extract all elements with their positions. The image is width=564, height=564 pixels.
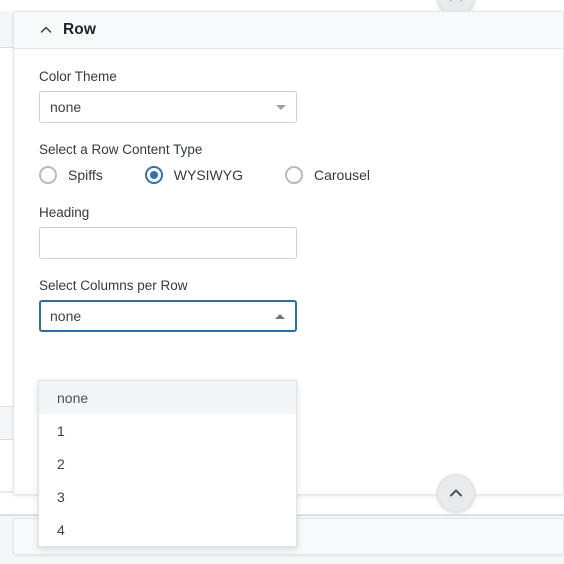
row-content-type-label: Select a Row Content Type: [39, 142, 203, 157]
radio-label-carousel: Carousel: [314, 167, 371, 183]
chevron-up-icon: [39, 23, 53, 37]
columns-per-row-value: none: [50, 308, 82, 324]
columns-per-row-select[interactable]: none: [39, 300, 297, 332]
radio-label-spiffs: Spiffs: [68, 167, 103, 183]
row-content-type-radio-group: Spiffs WYSIWYG Carousel: [39, 166, 538, 184]
chevron-up-icon: [450, 489, 462, 497]
radio-circle-spiffs: [39, 166, 57, 184]
dropdown-option-label: none: [57, 389, 89, 406]
chevron-up-icon: [450, 0, 462, 1]
dropdown-option-label: 3: [57, 488, 65, 505]
chevron-up-icon: [275, 302, 285, 330]
radio-circle-carousel: [285, 166, 303, 184]
radio-label-wysiwyg: WYSIWYG: [173, 167, 243, 183]
dropdown-option-3[interactable]: 3: [39, 480, 296, 513]
dropdown-option-none[interactable]: none: [39, 381, 296, 414]
radio-option-wysiwyg[interactable]: WYSIWYG: [144, 166, 243, 184]
columns-per-row-dropdown[interactable]: none 1 2 3 4: [38, 380, 297, 547]
row-panel-body: Color Theme none Select a Row Content Ty…: [14, 49, 563, 356]
radio-circle-wysiwyg: [144, 166, 163, 184]
dropdown-option-4[interactable]: 4: [39, 513, 296, 546]
row-panel-header[interactable]: Row: [14, 12, 563, 49]
radio-option-carousel[interactable]: Carousel: [285, 166, 370, 184]
radio-option-spiffs[interactable]: Spiffs: [39, 166, 103, 184]
dropdown-option-1[interactable]: 1: [39, 414, 296, 447]
field-color-theme: Color Theme none: [39, 69, 538, 123]
heading-input[interactable]: [39, 227, 297, 259]
dropdown-option-2[interactable]: 2: [39, 447, 296, 480]
color-theme-select[interactable]: none: [39, 91, 297, 123]
dropdown-option-label: 2: [57, 455, 65, 472]
field-columns-per-row: Select Columns per Row none: [39, 278, 538, 332]
columns-per-row-label: Select Columns per Row: [39, 278, 188, 293]
field-heading: Heading: [39, 205, 538, 259]
color-theme-value: none: [50, 99, 82, 115]
scroll-up-button[interactable]: [437, 474, 475, 512]
app-root: Row Color Theme none Select a Row Conten…: [0, 0, 564, 564]
dropdown-option-label: 4: [57, 521, 65, 538]
heading-label: Heading: [39, 205, 90, 220]
field-row-content-type: Select a Row Content Type Spiffs WYSIWYG…: [39, 142, 538, 184]
row-panel-title: Row: [63, 21, 97, 38]
color-theme-label: Color Theme: [39, 69, 117, 84]
chevron-down-icon: [276, 92, 286, 122]
dropdown-option-label: 1: [57, 422, 65, 439]
